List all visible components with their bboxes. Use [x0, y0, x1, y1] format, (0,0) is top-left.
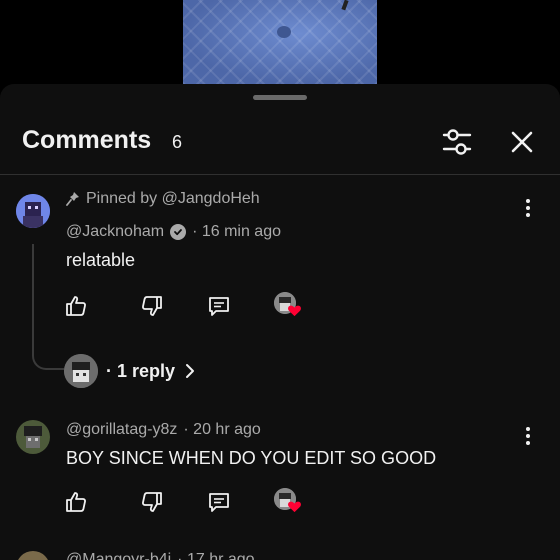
avatar[interactable] [16, 551, 50, 560]
comments-header: Comments 6 [0, 112, 560, 172]
comments-sheet: Comments 6 Pinned by @JangdoHeh @Jacknoh… [0, 84, 560, 560]
comment-item: @gorillatag-y8z · 20 hr ago BOY SINCE WH… [0, 416, 560, 526]
comment-item: Pinned by @JangdoHeh @Jacknoham · 16 min… [0, 190, 560, 410]
comment-time: · 20 hr ago [183, 421, 261, 438]
avatar[interactable] [16, 194, 50, 228]
close-icon [511, 131, 533, 153]
chevron-right-icon [186, 364, 195, 378]
avatar[interactable] [16, 420, 50, 454]
pinned-text: Pinned by @JangdoHeh [86, 190, 260, 207]
vertical-ellipsis-icon [526, 206, 530, 210]
verified-icon [170, 224, 187, 240]
comment-author[interactable]: @gorillatag-y8z [66, 421, 177, 439]
comment-author[interactable]: @Jacknoham [66, 223, 164, 241]
filter-button[interactable] [440, 126, 474, 158]
comment-time: · 16 min ago [192, 223, 281, 240]
reply-bubble-icon [209, 493, 229, 512]
pin-icon [66, 192, 79, 206]
dislike-button[interactable] [138, 488, 166, 516]
sliders-icon [442, 129, 472, 155]
pinned-label: Pinned by @JangdoHeh [66, 190, 260, 208]
comment-actions [62, 488, 322, 516]
video-thumbnail[interactable] [183, 0, 377, 84]
comment-more-button[interactable] [518, 196, 538, 220]
dislike-button[interactable] [138, 292, 166, 320]
heart-icon [288, 501, 301, 513]
reply-button[interactable] [205, 292, 233, 320]
header-divider [0, 174, 560, 175]
like-button[interactable] [62, 292, 90, 320]
video-detail [341, 0, 349, 11]
view-replies-button[interactable]: · 1 reply [64, 354, 197, 388]
video-detail [277, 26, 291, 38]
thumbs-up-icon [66, 296, 86, 316]
close-button[interactable] [506, 126, 538, 158]
vertical-ellipsis-icon [526, 213, 530, 217]
comment-text: relatable [66, 250, 136, 270]
thumbs-down-icon [142, 296, 162, 316]
replies-count: · 1 reply [106, 360, 176, 381]
reply-thread-line [32, 244, 64, 370]
reply-author-avatar [64, 354, 98, 388]
comments-title: Comments [22, 126, 152, 154]
comment-more-button[interactable] [518, 424, 538, 448]
heart-icon [288, 305, 301, 317]
vertical-ellipsis-icon [526, 441, 530, 445]
drag-handle[interactable] [253, 95, 307, 100]
comment-meta: @gorillatag-y8z · 20 hr ago [66, 421, 261, 439]
vertical-ellipsis-icon [526, 434, 530, 438]
comment-actions [62, 292, 322, 320]
like-button[interactable] [62, 488, 90, 516]
reply-bubble-icon [209, 297, 229, 316]
comments-count: 6 [172, 132, 183, 152]
thumbs-down-icon [142, 492, 162, 512]
comment-text: BOY SINCE WHEN DO YOU EDIT SO GOOD [66, 448, 437, 468]
video-preview-area [0, 0, 560, 84]
comment-meta: @Mangoyr-b4i · 17 hr ago [66, 551, 255, 560]
creator-heart [274, 488, 302, 516]
vertical-ellipsis-icon [526, 427, 530, 431]
comment-time: · 17 hr ago [177, 551, 255, 560]
vertical-ellipsis-icon [526, 199, 530, 203]
comment-item: @Mangoyr-b4i · 17 hr ago [0, 548, 560, 560]
comment-meta: @Jacknoham · 16 min ago [66, 223, 281, 241]
reply-button[interactable] [205, 488, 233, 516]
comment-author[interactable]: @Mangoyr-b4i [66, 551, 171, 560]
thumbs-up-icon [66, 492, 86, 512]
creator-heart [274, 292, 302, 320]
